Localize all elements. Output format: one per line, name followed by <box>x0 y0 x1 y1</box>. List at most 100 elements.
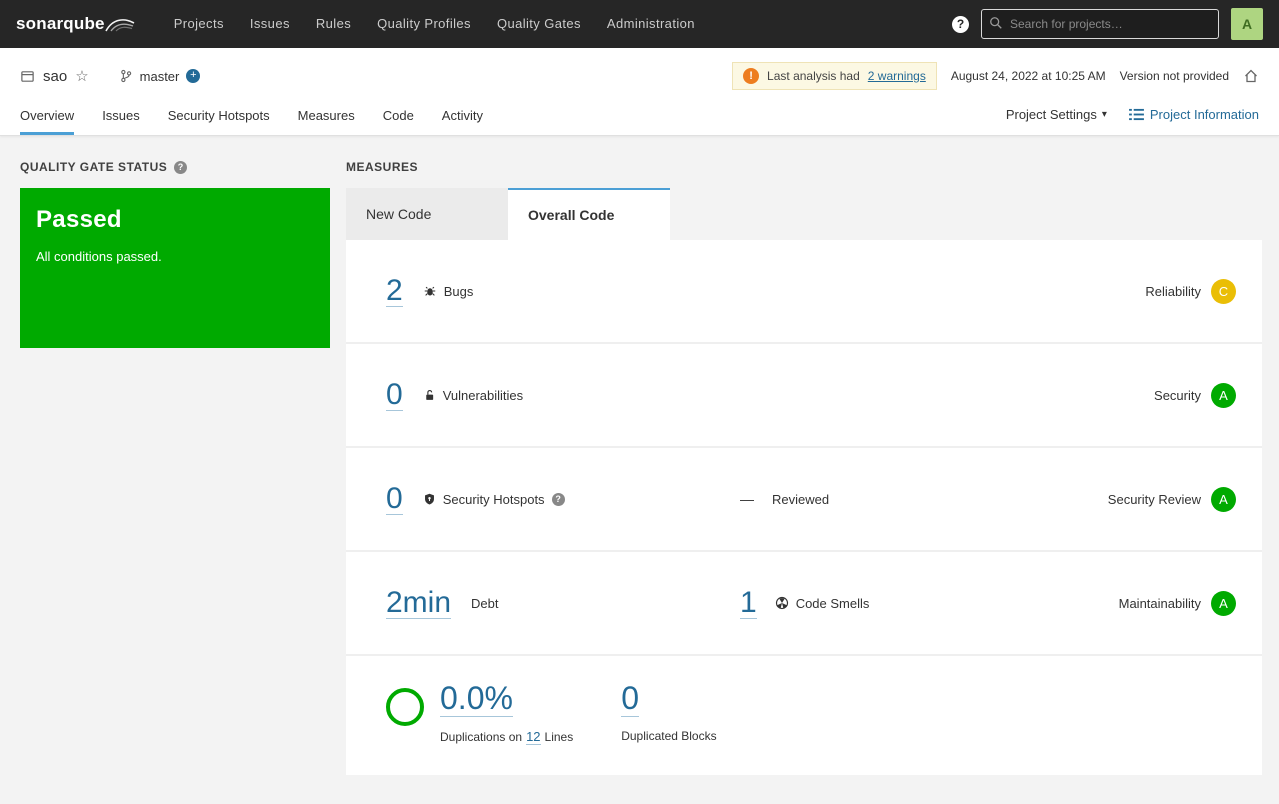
measure-row-vulnerabilities: 0 Vulnerabilities Security A <box>346 344 1262 448</box>
debt-label: Debt <box>471 595 499 611</box>
duplication-lines-link[interactable]: 12 <box>526 729 541 745</box>
nav-item-issues[interactable]: Issues <box>237 0 303 48</box>
warning-text: Last analysis had <box>767 69 860 83</box>
shield-icon <box>423 492 436 506</box>
duplicated-blocks-count-link[interactable]: 0 <box>621 681 640 717</box>
main-nav: Projects Issues Rules Quality Profiles Q… <box>161 0 708 48</box>
quality-gate-description: All conditions passed. <box>36 249 162 264</box>
security-rating-badge[interactable]: A <box>1211 382 1236 408</box>
debt-value-link[interactable]: 2min <box>386 587 452 620</box>
security-review-rating-badge[interactable]: A <box>1211 486 1236 512</box>
duplications-percent-link[interactable]: 0.0% <box>440 681 513 717</box>
code-smells-count-link[interactable]: 1 <box>740 587 757 620</box>
code-smells-group: 1 Code Smells <box>740 587 1119 620</box>
branch-name: master <box>139 68 180 84</box>
nav-item-administration[interactable]: Administration <box>594 0 708 48</box>
favorite-star-icon[interactable]: ☆ <box>75 67 88 85</box>
measure-row-duplications: 0.0% Duplications on 12 Lines 0 Duplicat… <box>346 656 1262 775</box>
duplicated-blocks-label: Duplicated Blocks <box>621 728 717 743</box>
avatar[interactable]: A <box>1231 8 1263 40</box>
tab-activity[interactable]: Activity <box>442 102 483 135</box>
project-header-right: ! Last analysis had 2 warnings August 24… <box>732 62 1259 90</box>
security-review-label: Security Review <box>1107 491 1201 507</box>
homepage-icon[interactable] <box>1243 68 1259 84</box>
help-icon[interactable]: ? <box>952 15 969 33</box>
duplicated-blocks-group: 0 Duplicated Blocks <box>621 681 717 743</box>
security-review-group: Security Review A <box>1107 486 1236 512</box>
nav-item-quality-profiles[interactable]: Quality Profiles <box>364 0 484 48</box>
code-smell-icon <box>775 596 789 610</box>
project-settings-label: Project Settings <box>1005 107 1097 122</box>
project-header: sao ☆ master + ! Last analysis had 2 war… <box>0 48 1279 136</box>
hotspots-reviewed-group: — Reviewed <box>740 491 1108 507</box>
navbar-right: ? A <box>952 8 1263 40</box>
security-label: Security <box>1154 387 1201 403</box>
project-tabs: Overview Issues Security Hotspots Measur… <box>20 102 1259 135</box>
quality-gate-status-box: Passed All conditions passed. <box>20 188 330 348</box>
nav-item-rules[interactable]: Rules <box>303 0 364 48</box>
measure-row-maintainability: 2min Debt 1 Code Smells Maintainability … <box>346 552 1262 656</box>
overview-content: QUALITY GATE STATUS ? Passed All conditi… <box>0 136 1279 775</box>
project-icon <box>20 69 35 84</box>
debt-group: 2min Debt <box>386 587 740 620</box>
measures-heading-text: MEASURES <box>346 160 419 174</box>
hotspots-help-icon[interactable]: ? <box>551 492 565 506</box>
maintainability-rating-badge[interactable]: A <box>1211 590 1236 616</box>
code-smells-label-group: Code Smells <box>775 595 870 611</box>
quality-gate-heading-text: QUALITY GATE STATUS <box>20 160 168 174</box>
measures-panel: 2 Bugs Reliability C 0 Vulnerabilities S… <box>346 240 1262 775</box>
add-branch-icon[interactable]: + <box>186 69 201 83</box>
search-input[interactable] <box>981 9 1219 39</box>
nav-item-projects[interactable]: Projects <box>161 0 237 48</box>
measure-row-bugs: 2 Bugs Reliability C <box>346 240 1262 344</box>
sonarqube-swoosh-icon <box>104 15 135 33</box>
project-information-link[interactable]: Project Information <box>1128 107 1259 122</box>
project-name: sao <box>43 67 68 85</box>
vulnerabilities-count-link[interactable]: 0 <box>386 379 403 412</box>
code-smells-label: Code Smells <box>795 595 870 611</box>
chevron-down-icon: ▾ <box>1101 109 1107 120</box>
branch-icon <box>119 69 133 83</box>
project-tabs-right: Project Settings ▾ Project Information <box>1006 107 1259 130</box>
quality-gate-help-icon[interactable]: ? <box>174 160 188 174</box>
bugs-label-group: Bugs <box>423 284 473 299</box>
maintainability-label: Maintainability <box>1118 595 1201 611</box>
top-navbar: sonarqube Projects Issues Rules Quality … <box>0 0 1279 48</box>
warnings-link[interactable]: 2 warnings <box>868 69 926 83</box>
branch-selector: master + <box>119 69 201 84</box>
hotspots-count-link[interactable]: 0 <box>386 483 403 516</box>
list-icon <box>1128 108 1144 121</box>
quality-gate-status: Passed <box>36 206 122 233</box>
vulnerabilities-label-group: Vulnerabilities <box>423 388 523 403</box>
vulnerabilities-group: 0 Vulnerabilities <box>386 379 740 412</box>
measures-tabs: New Code Overall Code <box>346 188 1262 240</box>
project-information-label: Project Information <box>1149 107 1259 122</box>
measures-column: MEASURES New Code Overall Code 2 Bugs Re… <box>346 152 1262 775</box>
tab-code[interactable]: Code <box>383 102 414 135</box>
reviewed-value: — <box>740 491 754 507</box>
tab-issues[interactable]: Issues <box>102 102 140 135</box>
tab-overview[interactable]: Overview <box>20 102 75 135</box>
bugs-count-link[interactable]: 2 <box>386 275 403 308</box>
project-settings-menu[interactable]: Project Settings ▾ <box>1006 107 1107 122</box>
sonarqube-logo[interactable]: sonarqube <box>16 14 135 34</box>
tab-new-code[interactable]: New Code <box>346 188 508 240</box>
tab-overall-code[interactable]: Overall Code <box>508 188 670 240</box>
search-icon <box>989 16 1003 30</box>
quality-gate-column: QUALITY GATE STATUS ? Passed All conditi… <box>20 152 330 775</box>
warning-icon: ! <box>743 68 760 84</box>
analysis-date: August 24, 2022 at 10:25 AM <box>950 69 1106 83</box>
hotspots-group: 0 Security Hotspots ? <box>386 483 740 516</box>
measures-heading: MEASURES <box>346 160 1262 174</box>
reliability-label: Reliability <box>1145 283 1201 299</box>
quality-gate-heading: QUALITY GATE STATUS ? <box>20 160 330 174</box>
lock-icon <box>423 388 436 402</box>
nav-item-quality-gates[interactable]: Quality Gates <box>484 0 594 48</box>
reviewed-label: Reviewed <box>772 491 830 507</box>
duplications-caption-prefix: Duplications on <box>440 729 523 744</box>
tab-measures[interactable]: Measures <box>298 102 355 135</box>
tab-security-hotspots[interactable]: Security Hotspots <box>168 102 270 135</box>
reliability-rating-badge[interactable]: C <box>1211 278 1236 304</box>
hotspots-label: Security Hotspots <box>442 491 545 507</box>
measure-row-hotspots: 0 Security Hotspots ? — Reviewed Securit… <box>346 448 1262 552</box>
